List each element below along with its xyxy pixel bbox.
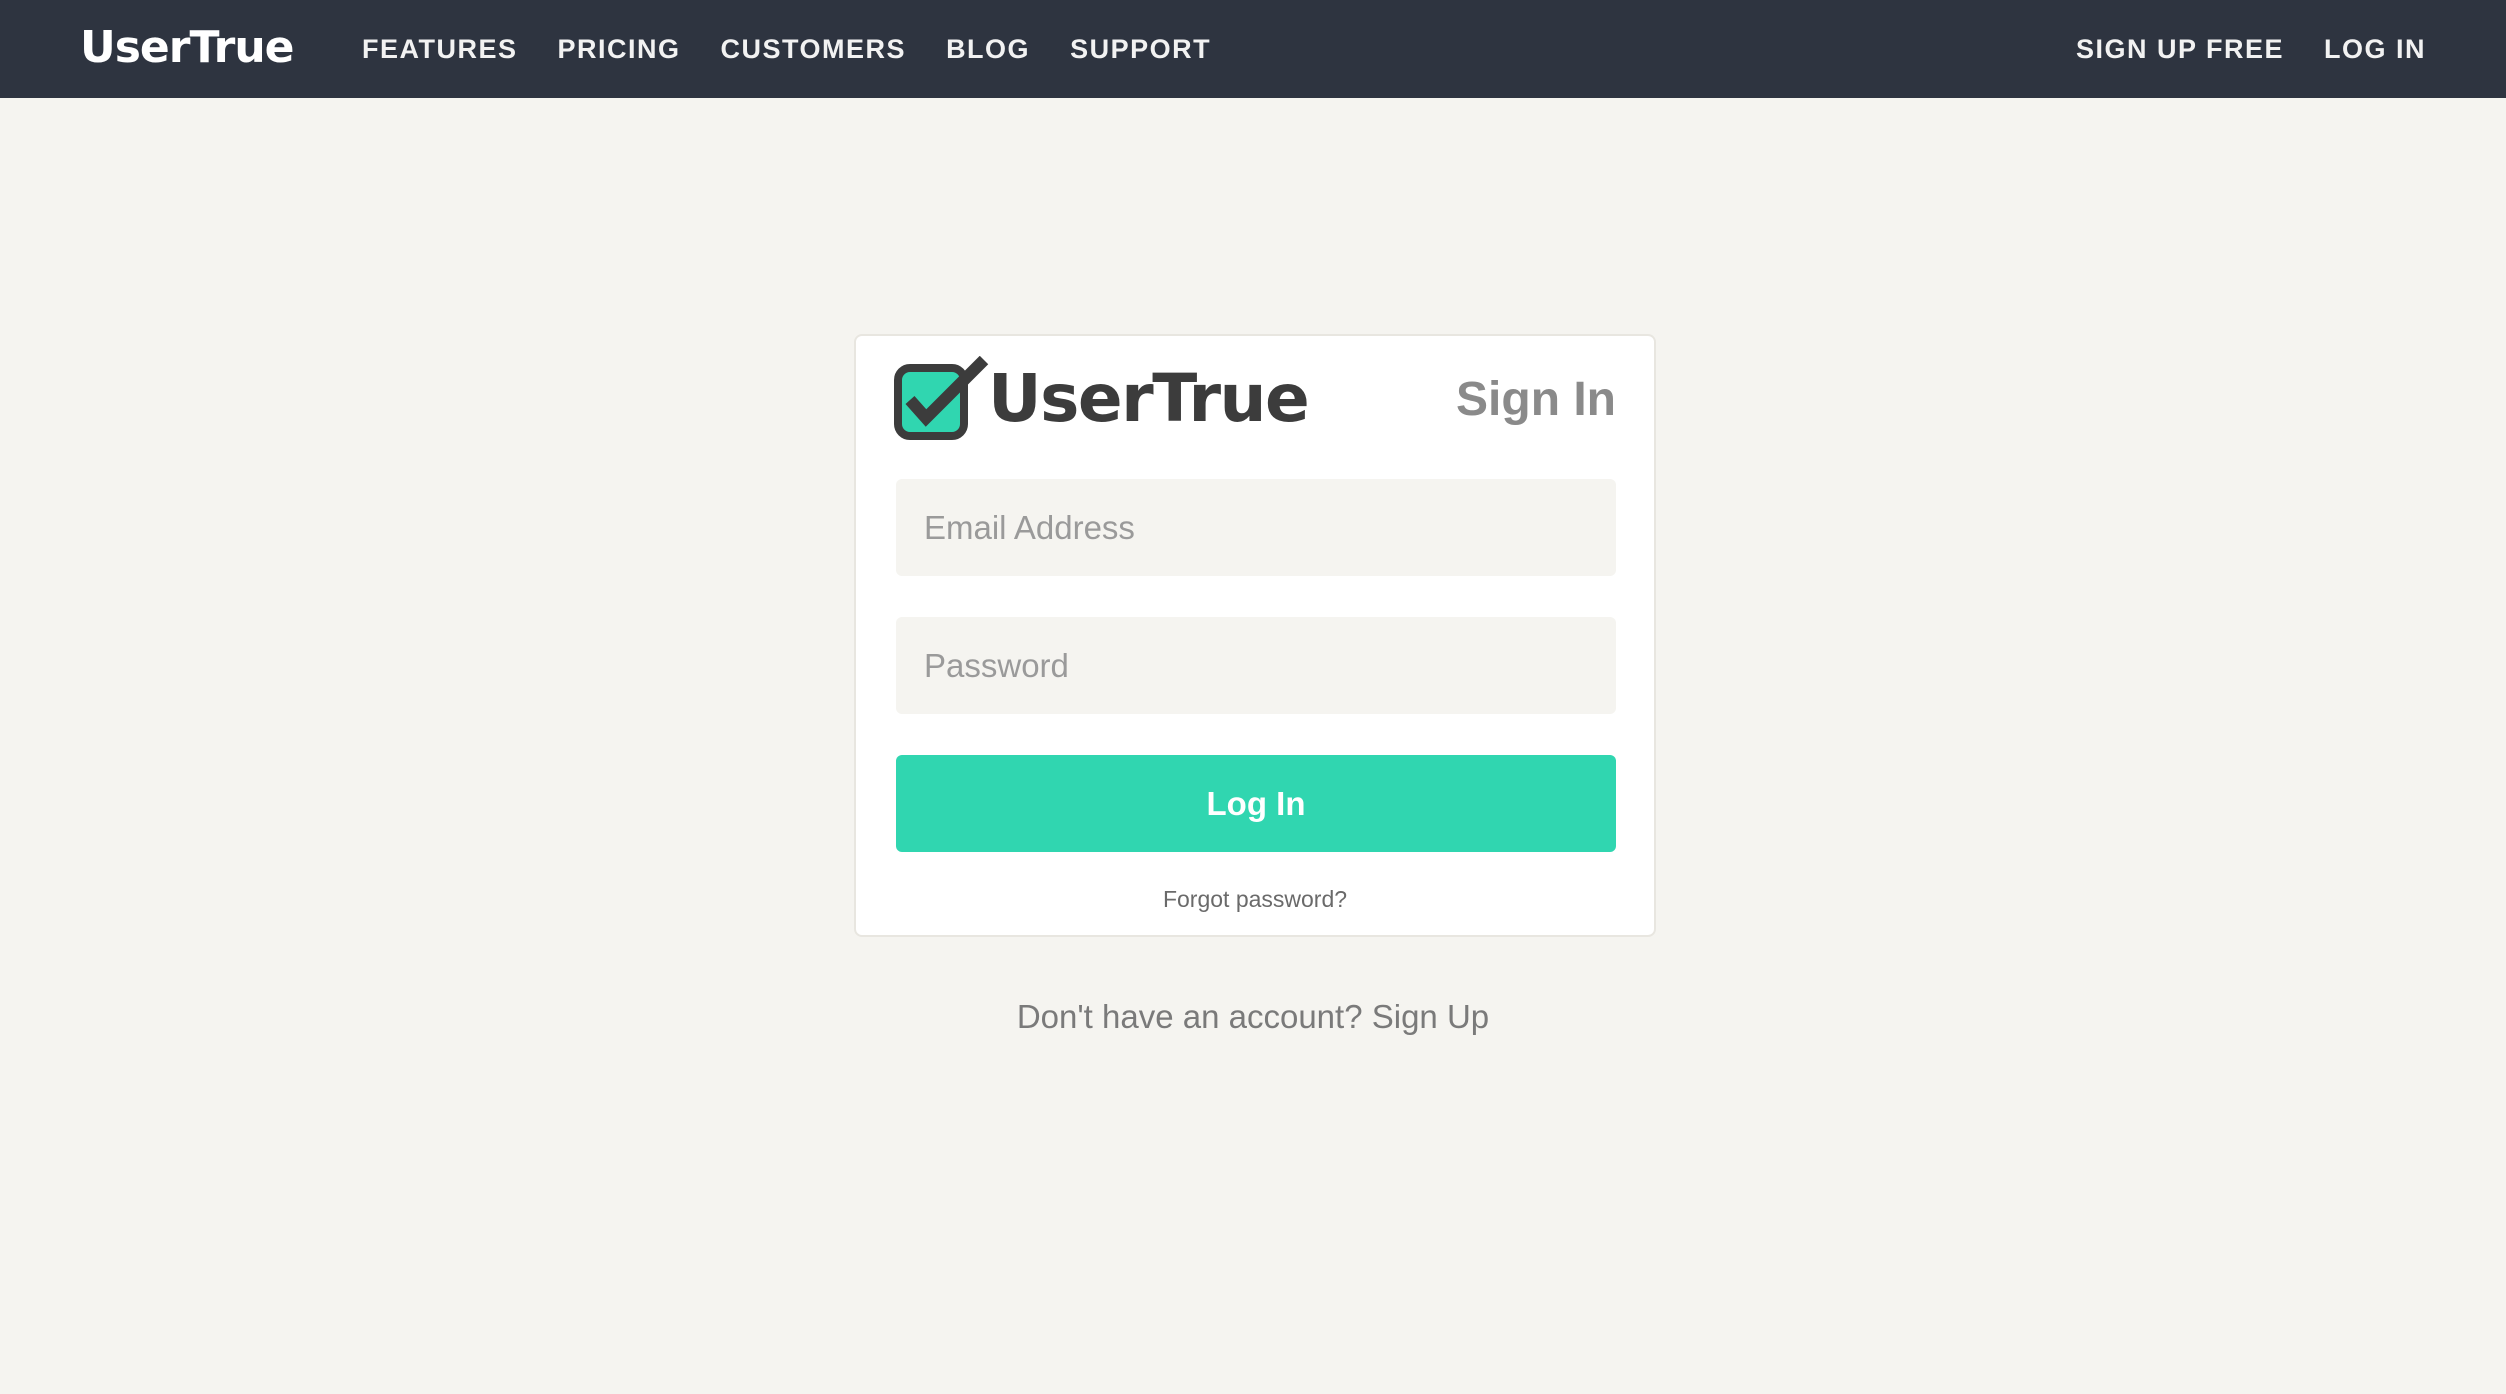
signup-prompt: Don't have an account? Sign Up — [0, 998, 2506, 1036]
signin-card: UserTrue Sign In Log In Forgot password? — [854, 334, 1656, 937]
login-button[interactable]: Log In — [896, 755, 1616, 852]
top-navbar: UserTrue FEATURES PRICING CUSTOMERS BLOG… — [0, 0, 2506, 98]
signup-prompt-text: Don't have an account? — [1016, 998, 1363, 1035]
nav-support-link[interactable]: SUPPORT — [1070, 34, 1211, 65]
account-nav: SIGN UP FREE LOG IN — [2036, 0, 2426, 98]
checkbox-logo-icon — [894, 356, 989, 440]
brand-logo[interactable]: UserTrue — [80, 18, 295, 78]
card-logo: UserTrue — [894, 354, 1310, 444]
email-field[interactable] — [896, 479, 1616, 576]
logo-wordmark: UserTrue — [988, 360, 1310, 437]
nav-login-link[interactable]: LOG IN — [2324, 34, 2426, 65]
forgot-password-link[interactable]: Forgot password? — [856, 886, 1654, 913]
nav-features-link[interactable]: FEATURES — [362, 34, 518, 65]
signin-heading: Sign In — [1456, 373, 1616, 426]
main-nav: FEATURES PRICING CUSTOMERS BLOG SUPPORT — [362, 0, 1251, 98]
signup-link[interactable]: Sign Up — [1372, 998, 1489, 1035]
nav-customers-link[interactable]: CUSTOMERS — [721, 34, 907, 65]
password-field[interactable] — [896, 617, 1616, 714]
nav-pricing-link[interactable]: PRICING — [558, 34, 681, 65]
nav-blog-link[interactable]: BLOG — [946, 34, 1030, 65]
nav-signup-link[interactable]: SIGN UP FREE — [2076, 34, 2284, 65]
